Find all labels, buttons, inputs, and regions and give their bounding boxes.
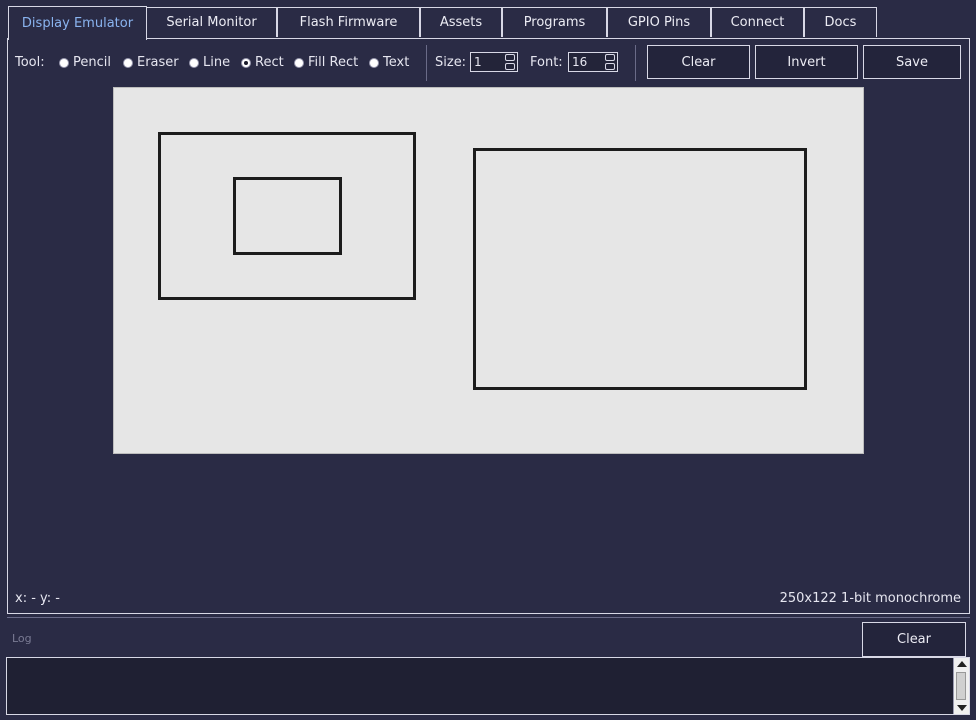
spin-arrows-icon[interactable]: [505, 54, 515, 70]
radio-icon: [123, 57, 133, 68]
drawn-rectangle: [233, 177, 342, 255]
toolbar: Tool: Pencil Eraser Line Rect Fill Rect …: [8, 39, 969, 87]
log-divider: [7, 617, 970, 618]
button-label: Clear: [681, 54, 716, 70]
tab-label: GPIO Pins: [627, 15, 691, 30]
radio-label: Eraser: [137, 55, 179, 70]
drawn-rectangle: [473, 148, 807, 390]
scroll-up-icon[interactable]: [957, 661, 967, 667]
tab-assets[interactable]: Assets: [420, 7, 502, 37]
tab-flash-firmware[interactable]: Flash Firmware: [277, 7, 420, 37]
tab-label: Display Emulator: [21, 16, 134, 31]
scroll-thumb[interactable]: [956, 672, 966, 700]
tab-programs[interactable]: Programs: [502, 7, 607, 37]
font-spinbox[interactable]: 16: [568, 52, 618, 72]
log-output[interactable]: [6, 657, 970, 715]
cursor-coordinates: x: - y: -: [15, 591, 60, 606]
scroll-down-icon[interactable]: [957, 705, 967, 711]
display-canvas[interactable]: [113, 87, 864, 454]
log-label: Log: [12, 632, 32, 645]
display-dimensions: 250x122 1-bit monochrome: [779, 591, 961, 606]
tab-label: Connect: [730, 15, 785, 30]
radio-icon: [369, 57, 379, 68]
size-label: Size:: [435, 55, 467, 70]
radio-checked-icon: [241, 57, 251, 68]
tool-radio-eraser[interactable]: Eraser: [123, 55, 179, 70]
toolbar-divider: [635, 45, 636, 81]
clear-canvas-button[interactable]: Clear: [647, 45, 750, 79]
radio-icon: [59, 57, 69, 68]
button-label: Save: [896, 54, 928, 70]
radio-icon: [294, 57, 304, 68]
tab-label: Flash Firmware: [299, 15, 398, 30]
tool-label: Tool:: [15, 55, 45, 70]
display-emulator-panel: Tool: Pencil Eraser Line Rect Fill Rect …: [7, 38, 970, 614]
tool-radio-pencil[interactable]: Pencil: [59, 55, 111, 70]
clear-log-button[interactable]: Clear: [862, 622, 966, 657]
button-label: Invert: [787, 54, 826, 70]
tab-display-emulator[interactable]: Display Emulator: [8, 6, 147, 40]
tab-serial-monitor[interactable]: Serial Monitor: [146, 7, 277, 37]
radio-label: Rect: [255, 55, 284, 70]
toolbar-divider: [426, 45, 427, 81]
tab-label: Assets: [439, 15, 483, 30]
tab-bar: Display Emulator Serial Monitor Flash Fi…: [0, 0, 976, 40]
radio-label: Fill Rect: [308, 55, 359, 70]
tool-radio-text[interactable]: Text: [369, 55, 409, 70]
tab-connect[interactable]: Connect: [711, 7, 804, 37]
button-label: Clear: [897, 632, 931, 647]
font-value: 16: [572, 55, 588, 69]
tab-label: Programs: [523, 15, 586, 30]
invert-button[interactable]: Invert: [755, 45, 858, 79]
tab-docs[interactable]: Docs: [804, 7, 877, 37]
radio-label: Line: [203, 55, 231, 70]
size-spinbox[interactable]: 1: [470, 52, 518, 72]
log-scrollbar[interactable]: [953, 658, 969, 714]
tab-gpio-pins[interactable]: GPIO Pins: [607, 7, 711, 37]
radio-label: Text: [383, 55, 410, 70]
spin-arrows-icon[interactable]: [605, 54, 615, 70]
tool-radio-line[interactable]: Line: [189, 55, 230, 70]
tab-label: Docs: [824, 15, 857, 30]
radio-label: Pencil: [73, 55, 111, 70]
font-label: Font:: [530, 55, 563, 70]
radio-icon: [189, 57, 199, 68]
save-button[interactable]: Save: [863, 45, 961, 79]
tool-radio-rect[interactable]: Rect: [241, 55, 284, 70]
size-value: 1: [474, 55, 482, 69]
tool-radio-fill-rect[interactable]: Fill Rect: [294, 55, 358, 70]
tab-label: Serial Monitor: [166, 15, 257, 30]
